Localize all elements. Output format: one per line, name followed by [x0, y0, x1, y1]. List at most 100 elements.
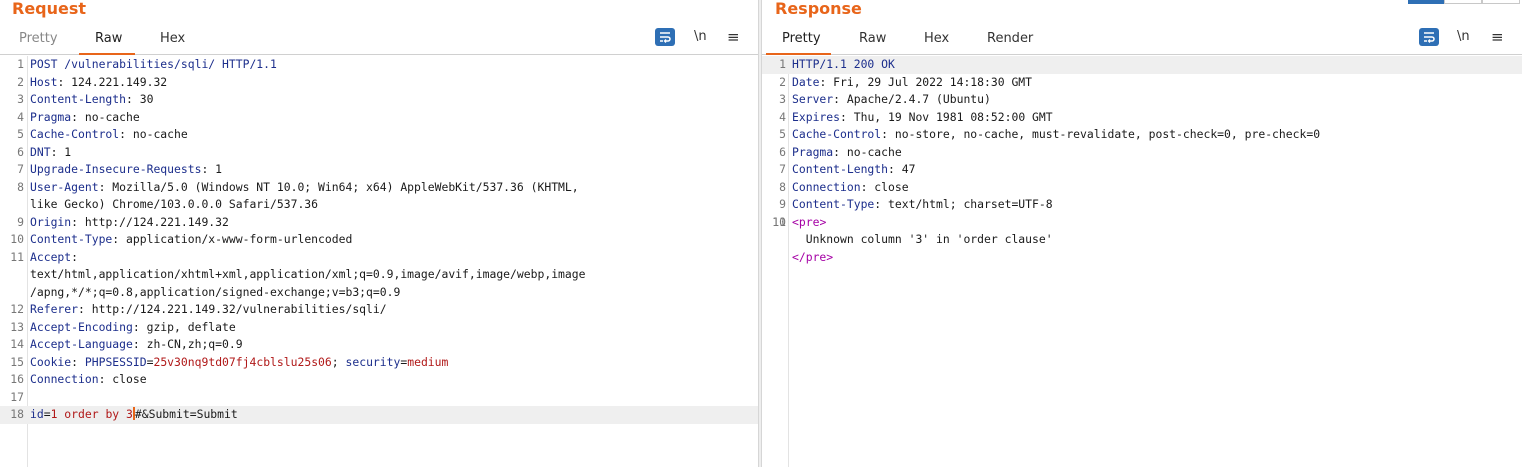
separator: :	[71, 354, 85, 369]
line-number: 9	[779, 197, 786, 211]
layout-buttons[interactable]	[1408, 0, 1520, 4]
header-name: Accept	[30, 249, 72, 264]
layout-button-horizontal[interactable]	[1444, 0, 1482, 4]
header-name: Expires	[792, 109, 841, 124]
header-value: : 124.221.149.32	[57, 74, 168, 89]
code-line: 8 Connection: close	[762, 179, 1522, 197]
line-number: 6	[17, 144, 24, 159]
request-tab-pretty[interactable]: Pretty	[17, 30, 60, 48]
code-line: 9 Content-Type: text/html; charset=UTF-8	[762, 196, 1522, 214]
code-line-html: 11 <pre>	[762, 214, 1522, 232]
show-newlines-toggle[interactable]: \n	[1457, 28, 1470, 46]
line-number: 8	[17, 179, 24, 194]
code-line-html: </pre>	[762, 249, 1522, 267]
code-line: 5 Cache-Control: no-cache	[0, 126, 758, 144]
code-line: /apng,*/*;q=0.8,application/signed-excha…	[0, 284, 758, 302]
request-tab-raw[interactable]: Raw	[93, 30, 124, 48]
header-value: : http://124.221.149.32/vulnerabilities/…	[78, 302, 387, 316]
header-name: Server	[792, 92, 834, 106]
code-line: 7 Upgrade-Insecure-Requests: 1	[0, 161, 758, 179]
layout-button-vertical[interactable]	[1482, 0, 1520, 4]
line-number: 16	[10, 372, 24, 386]
tag-name: pre	[805, 249, 827, 264]
header-value: : Fri, 29 Jul 2022 14:18:30 GMT	[819, 74, 1033, 89]
line-number: 10	[10, 232, 24, 246]
request-editor[interactable]: 1 POST /vulnerabilities/sqli/ HTTP/1.1 2 Ho…	[0, 56, 758, 467]
param-equals: =	[43, 407, 51, 421]
request-title: Request	[12, 0, 87, 18]
line-number: 15	[10, 354, 24, 369]
request-active-tab-indicator	[79, 53, 135, 55]
header-value: : gzip, deflate	[132, 319, 236, 334]
header-value: : text/html; charset=UTF-8	[874, 197, 1053, 211]
code-line-text: Unknown column '3' in 'order clause'	[762, 231, 1522, 249]
code-line: 8 User-Agent: Mozilla/5.0 (Windows NT 10.…	[0, 179, 758, 197]
header-name: Origin	[30, 214, 72, 229]
line-number: 2	[17, 74, 24, 89]
response-tabs: Pretty Raw Hex Render \n ≡	[762, 28, 1522, 55]
header-value: : close	[860, 179, 909, 194]
header-name: Pragma	[792, 144, 834, 159]
code-line: 6 Pragma: no-cache	[762, 144, 1522, 162]
header-value: : 1	[201, 162, 223, 176]
response-tab-pretty[interactable]: Pretty	[780, 30, 823, 48]
line-number: 18	[10, 407, 24, 421]
line-number: 4	[779, 109, 786, 124]
tag-name: pre	[798, 214, 820, 229]
header-name: Content-Length	[30, 92, 127, 106]
header-value: like Gecko) Chrome/103.0.0.0 Safari/537.…	[30, 197, 319, 211]
code-line: 1 POST /vulnerabilities/sqli/ HTTP/1.1	[0, 56, 758, 74]
response-editor[interactable]: 1 HTTP/1.1 200 OK 2 Date: Fri, 29 Jul 2022 …	[762, 56, 1522, 467]
header-value: : close	[98, 372, 147, 386]
separator: ;	[331, 354, 346, 369]
param-name: id	[30, 407, 44, 421]
show-newlines-toggle[interactable]: \n	[694, 28, 707, 46]
word-wrap-toggle-icon[interactable]	[655, 28, 675, 46]
tag-bracket: >	[826, 249, 834, 264]
layout-button-split[interactable]	[1408, 0, 1444, 4]
header-name: Connection	[30, 372, 99, 386]
menu-icon[interactable]: ≡	[727, 28, 740, 46]
code-line: 1 HTTP/1.1 200 OK	[762, 56, 1522, 74]
line-number: 4	[17, 109, 24, 124]
response-tab-render[interactable]: Render	[985, 30, 1035, 48]
header-name: Pragma	[30, 109, 72, 124]
code-line: 9 Origin: http://124.221.149.32	[0, 214, 758, 232]
code-line: 11 Accept:	[0, 249, 758, 267]
header-name: Host	[30, 74, 58, 89]
code-line: 16 Connection: close	[0, 371, 758, 389]
request-tab-hex[interactable]: Hex	[158, 30, 187, 48]
header-name: Referer	[30, 302, 79, 316]
param-value: 1 order by 3	[50, 407, 133, 421]
line-number: 7	[779, 162, 786, 176]
cookie-value: medium	[407, 354, 449, 369]
body-rest: #&Submit=Submit	[134, 407, 238, 421]
header-name: Accept-Language	[30, 337, 133, 351]
header-value: : Mozilla/5.0 (Windows NT 10.0; Win64; x…	[98, 179, 579, 194]
code-line-cookie: 15 Cookie: PHPSESSID=25v30nq9td07fj4cblsl…	[0, 354, 758, 372]
line-number: 3	[779, 92, 786, 106]
request-tabs: Pretty Raw Hex \n ≡	[0, 28, 758, 55]
header-value: : no-cache	[71, 109, 140, 124]
response-tab-raw[interactable]: Raw	[857, 30, 888, 48]
cookie-value: 25v30nq9td07fj4cblslu25s06	[153, 354, 332, 369]
header-value: : no-store, no-cache, must-revalidate, p…	[881, 127, 1321, 141]
line-number: 3	[17, 92, 24, 106]
line-number: 9	[17, 214, 24, 229]
code-line: 2 Date: Fri, 29 Jul 2022 14:18:30 GMT	[762, 74, 1522, 92]
header-value: : 47	[888, 162, 916, 176]
header-value: : no-cache	[119, 127, 188, 141]
code-line: 13 Accept-Encoding: gzip, deflate	[0, 319, 758, 337]
request-pane: Request Pretty Raw Hex \n ≡ 1 POST /vulne…	[0, 0, 758, 467]
header-value: : application/x-www-form-urlencoded	[112, 232, 353, 246]
menu-icon[interactable]: ≡	[1491, 28, 1504, 46]
header-name: Cookie	[30, 354, 72, 369]
code-line-body[interactable]: 18 id=1 order by 3 #&Submit=Submit	[0, 406, 758, 424]
header-name: Cache-Control	[792, 127, 882, 141]
word-wrap-toggle-icon[interactable]	[1419, 28, 1439, 46]
line-number: 11	[772, 214, 786, 229]
code-line: 3 Content-Length: 30	[0, 91, 758, 109]
response-tab-hex[interactable]: Hex	[922, 30, 951, 48]
line-number: 1	[17, 57, 24, 71]
code-line: 4 Pragma: no-cache	[0, 109, 758, 127]
